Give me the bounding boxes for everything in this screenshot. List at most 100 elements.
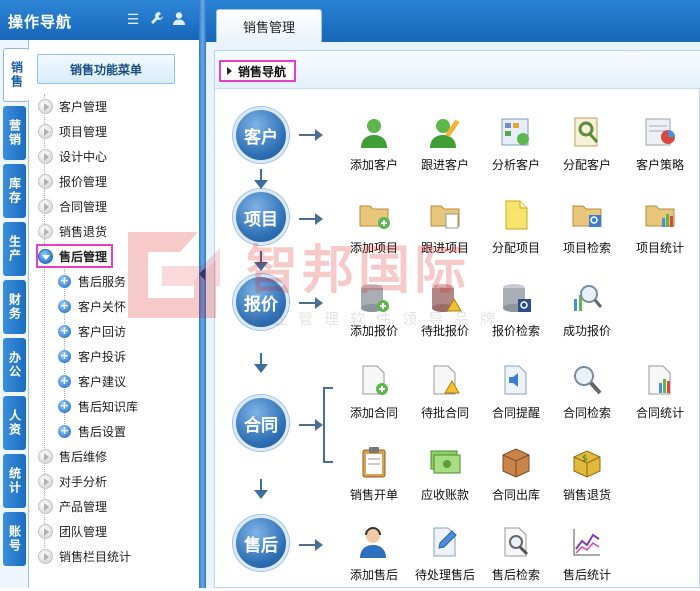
document-chart-icon (643, 363, 677, 397)
stage-quote[interactable]: 报价 (233, 274, 289, 330)
fn-follow-customer[interactable]: 跟进客户 (412, 115, 478, 181)
plus-icon: + (58, 273, 71, 288)
fn-label: 添加报价 (349, 324, 398, 338)
add-customer-icon (357, 115, 391, 149)
fn-receivables[interactable]: 应收账款 (412, 445, 478, 511)
right-arrow (299, 297, 323, 309)
fn-add-project[interactable]: 添加项目 (341, 198, 407, 264)
submenu-item[interactable]: + 客户回访 (58, 321, 126, 341)
menu-item[interactable]: 报价管理 (38, 171, 107, 191)
stage-customer[interactable]: 客户 (233, 107, 289, 163)
menu-item-label: 销售退货 (59, 224, 108, 239)
tab-marketing[interactable]: 营销 (3, 106, 26, 160)
fn-search-quote[interactable]: 报价检索 (483, 281, 549, 347)
menu-item-label: 报价管理 (59, 174, 108, 189)
document-sound-icon (499, 363, 533, 397)
fn-label: 项目检索 (562, 241, 611, 255)
expand-icon (38, 548, 53, 564)
fn-add-customer[interactable]: 添加客户 (341, 115, 407, 181)
fn-add-aftersales[interactable]: 添加售后 (341, 525, 407, 591)
customer-strategy-icon (643, 115, 677, 149)
panel-splitter[interactable] (199, 0, 206, 588)
fn-pending-quote[interactable]: 待批报价 (412, 281, 478, 347)
tab-production[interactable]: 生产 (3, 222, 26, 276)
menu-item-label: 销售栏目统计 (59, 549, 132, 564)
document-edit-icon (428, 525, 462, 559)
submenu-item[interactable]: + 客户关怀 (58, 296, 126, 316)
fn-pending-contract[interactable]: 待批合同 (412, 363, 478, 429)
folder-note-icon (428, 198, 462, 232)
tab-account[interactable]: 账号 (3, 512, 26, 566)
fn-assign-customer[interactable]: 分配客户 (554, 115, 620, 181)
collapse-arrow-icon[interactable] (199, 268, 205, 280)
fn-follow-project[interactable]: 跟进项目 (412, 198, 478, 264)
tab-hr[interactable]: 人资 (3, 396, 26, 450)
tab-sales[interactable]: 销售 (3, 48, 29, 102)
fn-contract-reminder[interactable]: 合同提醒 (483, 363, 549, 429)
tab-finance[interactable]: 财务 (3, 280, 26, 334)
fn-aftersales-stats[interactable]: 售后统计 (554, 525, 620, 591)
fn-search-aftersales[interactable]: 售后检索 (483, 525, 549, 591)
menu-item[interactable]: 设计中心 (38, 146, 107, 166)
fn-assign-project[interactable]: 分配项目 (483, 198, 549, 264)
fn-search-project[interactable]: 项目检索 (554, 198, 620, 264)
fn-label: 合同出库 (491, 488, 540, 502)
breadcrumb-label: 销售导航 (238, 64, 287, 79)
fn-label: 添加合同 (349, 406, 398, 420)
menu-item[interactable]: 合同管理 (38, 196, 107, 216)
fn-add-contract[interactable]: 添加合同 (341, 363, 407, 429)
fn-customer-strategy[interactable]: 客户策略 (627, 115, 693, 181)
menu-item[interactable]: 销售栏目统计 (38, 546, 131, 566)
wrench-icon[interactable] (148, 11, 166, 29)
fn-sales-return[interactable]: $ 销售退货 (554, 445, 620, 511)
right-arrow (299, 539, 323, 551)
analyze-customer-icon (499, 115, 533, 149)
menu-item-open[interactable]: 售后管理 (35, 244, 114, 268)
submenu-item[interactable]: + 售后服务 (58, 271, 126, 291)
clipboard-icon (357, 445, 391, 479)
nav-header: 操作导航 ☰ (0, 0, 200, 40)
submenu-item[interactable]: + 售后知识库 (58, 396, 138, 416)
fn-contract-outbound[interactable]: 合同出库 (483, 445, 549, 511)
tab-office[interactable]: 办公 (3, 338, 26, 392)
list-icon[interactable]: ☰ (124, 11, 142, 29)
fn-sales-order[interactable]: 销售开单 (341, 445, 407, 511)
menu-item[interactable]: 对手分析 (38, 471, 107, 491)
expand-icon (38, 148, 53, 164)
tab-inventory[interactable]: 库存 (3, 164, 26, 218)
user-icon[interactable] (170, 11, 188, 29)
tab-sales-management[interactable]: 销售管理 (216, 9, 322, 42)
menu-item[interactable]: 售后维修 (38, 446, 107, 466)
fn-search-contract[interactable]: 合同检索 (554, 363, 620, 429)
fn-analyze-customer[interactable]: 分析客户 (483, 115, 549, 181)
fn-add-quote[interactable]: 添加报价 (341, 281, 407, 347)
fn-pending-aftersales[interactable]: 待处理售后 (412, 525, 478, 591)
fn-success-quote[interactable]: 成功报价 (554, 281, 620, 347)
menu-title: 销售功能菜单 (37, 54, 175, 84)
menu-item[interactable]: 销售退货 (38, 221, 107, 241)
menu-item[interactable]: 团队管理 (38, 521, 107, 541)
fn-label: 应收账款 (420, 488, 469, 502)
tab-statistics[interactable]: 统计 (3, 454, 26, 508)
submenu-item-label: 客户投诉 (78, 349, 127, 364)
stage-contract[interactable]: 合同 (233, 395, 289, 451)
stage-aftersales[interactable]: 售后 (233, 515, 289, 571)
menu-item[interactable]: 客户管理 (38, 96, 107, 116)
fn-project-stats[interactable]: 项目统计 (627, 198, 693, 264)
submenu-item[interactable]: + 客户投诉 (58, 346, 126, 366)
expand-icon (38, 198, 53, 214)
submenu-item[interactable]: + 客户建议 (58, 371, 126, 391)
fn-label: 跟进项目 (420, 241, 469, 255)
menu-item[interactable]: 项目管理 (38, 121, 107, 141)
down-arrow (254, 353, 268, 373)
plus-icon: + (58, 298, 71, 313)
document-warning-icon (428, 363, 462, 397)
menu-item[interactable]: 产品管理 (38, 496, 107, 516)
menu-item-label: 合同管理 (59, 199, 108, 214)
stage-project[interactable]: 项目 (233, 189, 289, 245)
submenu-item[interactable]: + 售后设置 (58, 421, 126, 441)
expand-icon (38, 123, 53, 139)
fn-contract-stats[interactable]: 合同统计 (627, 363, 693, 429)
fn-label: 添加项目 (349, 241, 398, 255)
fn-label: 分配客户 (562, 158, 611, 172)
